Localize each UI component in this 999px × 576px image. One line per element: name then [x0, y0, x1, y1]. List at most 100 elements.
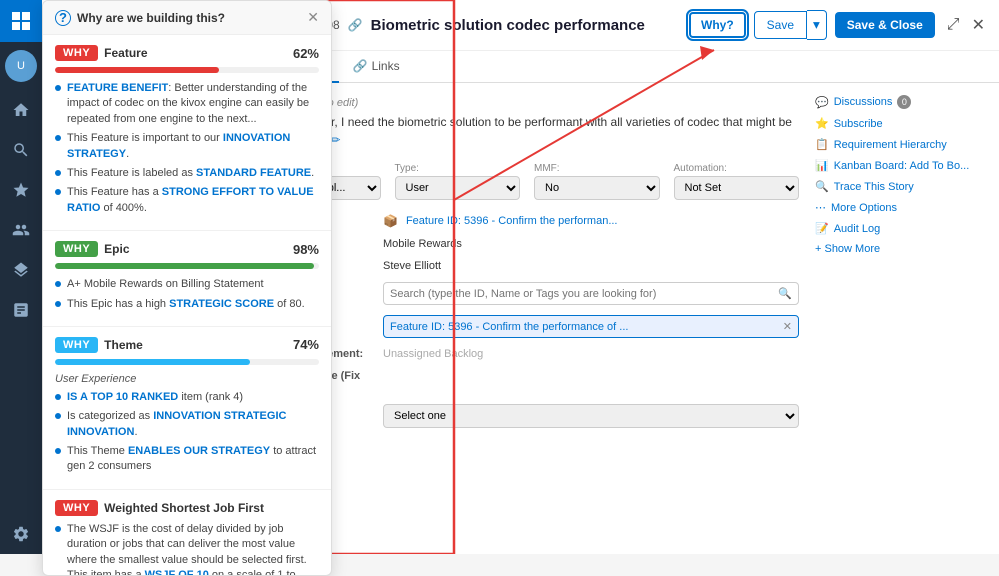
discussions-label: Discussions — [834, 96, 893, 108]
why-highlight-link[interactable]: FEATURE BENEFIT — [67, 82, 168, 94]
why-highlight-link[interactable]: STRONG EFFORT TO VALUE RATIO — [67, 186, 314, 213]
inline-fields-row: State: 3 - Dev Compl... Type: User MMF: … — [255, 163, 799, 200]
story-text-content[interactable]: As a developer, I need the biometric sol… — [255, 113, 799, 149]
why-type-label: Epic — [104, 242, 287, 256]
requirement-hierarchy-link[interactable]: 📋 Requirement Hierarchy — [815, 138, 985, 151]
home-icon[interactable] — [3, 92, 39, 128]
app-logo[interactable] — [0, 0, 42, 42]
why-progress-bar — [55, 263, 314, 269]
kanban-link[interactable]: 📊 Kanban Board: Add To Bo... — [815, 159, 985, 172]
kanban-label: Kanban Board: Add To Bo... — [834, 160, 970, 172]
why-highlight-link[interactable]: STRATEGIC SCORE — [169, 298, 274, 310]
story-detail-header: Story 26708 🔗 Biometric solution codec p… — [241, 0, 999, 51]
subscribe-label: Subscribe — [834, 118, 883, 130]
star-icon[interactable] — [3, 172, 39, 208]
why-item: This Theme ENABLES OUR STRATEGY to attra… — [55, 444, 319, 475]
people-icon[interactable] — [3, 212, 39, 248]
layers-icon[interactable] — [3, 252, 39, 288]
why-bullet — [55, 413, 61, 419]
why-section-feature: WHY Feature 62% FEATURE BENEFIT: Better … — [43, 35, 331, 231]
why-tag-row: WHY Epic 98% — [55, 241, 319, 257]
story-detail-panel: Story 26708 🔗 Biometric solution codec p… — [240, 0, 999, 554]
why-type-label: Feature — [104, 46, 287, 60]
automation-field: Automation: Not Set — [674, 163, 800, 200]
why-section-epic: WHY Epic 98% A+ Mobile Rewards on Billin… — [43, 231, 331, 327]
why-progress-bar — [55, 359, 250, 365]
search-icon[interactable]: 🔍 — [778, 287, 792, 300]
find-feature-input-container: 🔍 — [383, 282, 799, 305]
close-button[interactable]: ✕ — [972, 15, 985, 35]
contained-in-row: Contained In: 📦 Feature ID: 5396 - Confi… — [255, 214, 799, 228]
why-highlight-link[interactable]: STANDARD FEATURE — [196, 167, 311, 179]
type-label: Type: — [395, 163, 521, 174]
contained-in-link[interactable]: Feature ID: 5396 - Confirm the performan… — [406, 215, 618, 227]
why-tag-epic: WHY — [55, 241, 98, 257]
audit-log-icon: 📝 — [815, 222, 829, 235]
subscribe-link[interactable]: ⭐ Subscribe — [815, 117, 985, 130]
story-title: Biometric solution codec performance — [371, 17, 681, 34]
user-avatar[interactable]: U — [5, 50, 37, 82]
why-highlight-link[interactable]: ENABLES OUR STRATEGY — [128, 445, 270, 457]
mmf-select[interactable]: No — [534, 176, 660, 200]
why-item: This Feature is important to our INNOVAT… — [55, 131, 319, 162]
tab-links-label: Links — [372, 59, 400, 73]
why-item-text: This Epic has a high STRATEGIC SCORE of … — [67, 297, 305, 312]
feature-tag[interactable]: Feature ID: 5396 - Confirm the performan… — [383, 315, 799, 338]
story-link-icon[interactable]: 🔗 — [348, 18, 363, 32]
why-popup-close-button[interactable]: ✕ — [307, 9, 319, 26]
why-highlight-link[interactable]: IS A TOP 10 RANKED — [67, 391, 178, 403]
kanban-icon: 📊 — [815, 159, 829, 172]
why-percent: 98% — [293, 242, 319, 257]
save-dropdown-button[interactable]: ▾ — [807, 10, 827, 40]
why-items-list: IS A TOP 10 RANKED item (rank 4) Is categ… — [55, 390, 319, 475]
type-select[interactable]: User — [395, 176, 521, 200]
why-bullet — [55, 85, 61, 91]
team-select[interactable]: Select one — [383, 404, 799, 428]
mmf-field: MMF: No — [534, 163, 660, 200]
search-icon[interactable] — [3, 132, 39, 168]
discussions-link[interactable]: 💬 Discussions 0 — [815, 95, 985, 109]
trace-story-link[interactable]: 🔍 Trace This Story — [815, 180, 985, 193]
show-more-button[interactable]: + Show More — [815, 243, 985, 255]
audit-log-link[interactable]: 📝 Audit Log — [815, 222, 985, 235]
settings-icon[interactable] — [3, 516, 39, 552]
why-bullet — [55, 189, 61, 195]
why-item: A+ Mobile Rewards on Billing Statement — [55, 277, 319, 292]
why-popup-header: ? Why are we building this? ✕ — [43, 1, 331, 35]
find-feature-input[interactable] — [390, 288, 774, 300]
more-options-label: More Options — [831, 202, 897, 214]
why-highlight-link[interactable]: WSJF OF 10 — [145, 569, 209, 575]
quarterly-increment-value: Unassigned Backlog — [383, 348, 799, 360]
expand-button[interactable]: ⤢ — [943, 12, 964, 38]
why-progress-bar-container — [55, 67, 319, 73]
automation-select[interactable]: Not Set — [674, 176, 800, 200]
why-item-text: The WSJF is the cost of delay divided by… — [67, 522, 319, 575]
why-tag-wsjf: WHY — [55, 500, 98, 516]
mmf-label: MMF: — [534, 163, 660, 174]
why-bullet — [55, 135, 61, 141]
why-item: Is categorized as INNOVATION STRATEGIC I… — [55, 409, 319, 440]
why-bullet — [55, 526, 61, 532]
audit-log-label: Audit Log — [834, 223, 880, 235]
more-options-link[interactable]: ⋯ More Options — [815, 201, 985, 214]
team-row: Team: Select one — [255, 404, 799, 428]
discussions-icon: 💬 — [815, 96, 829, 109]
why-progress-bar-container — [55, 359, 319, 365]
why-item: IS A TOP 10 RANKED item (rank 4) — [55, 390, 319, 405]
tab-links[interactable]: 🔗 Links — [339, 51, 414, 83]
program-row-value: Mobile Rewards — [383, 238, 799, 250]
feature-tag-remove[interactable]: ✕ — [783, 320, 792, 333]
chart-icon[interactable] — [3, 292, 39, 328]
why-tag-row: WHY Feature 62% — [55, 45, 319, 61]
why-progress-bar — [55, 67, 219, 73]
save-close-button[interactable]: Save & Close — [835, 12, 935, 38]
why-type-label: Theme — [104, 338, 287, 352]
why-subtitle: User Experience — [55, 373, 319, 385]
why-percent: 74% — [293, 337, 319, 352]
why-highlight-link[interactable]: INNOVATION STRATEGY — [67, 132, 290, 159]
save-button[interactable]: Save — [754, 11, 807, 39]
why-highlight-link[interactable]: INNOVATION STRATEGIC INNOVATION — [67, 410, 286, 437]
why-button[interactable]: Why? — [689, 12, 746, 38]
release-vehicle-row: Release Vehicle (Fix Version): — [255, 370, 799, 394]
why-section-theme: WHY Theme 74% User Experience IS A TOP 1… — [43, 327, 331, 490]
